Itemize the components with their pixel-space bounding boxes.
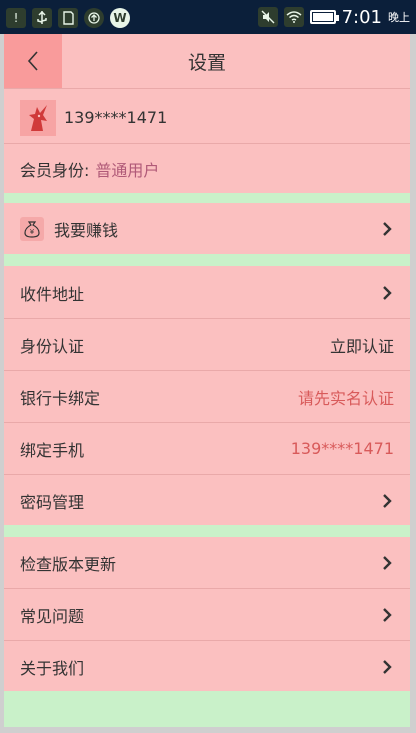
member-row: 会员身份: 普通用户	[4, 143, 410, 194]
faq-row[interactable]: 常见问题	[4, 589, 410, 640]
header-divider	[4, 88, 410, 89]
chevron-right-icon	[380, 658, 394, 676]
device-frame: ! W 7:01 晚上 设置 139****1471 会员身份: 普通用户 ¥ …	[0, 0, 416, 733]
member-value: 普通用户	[95, 160, 160, 180]
bind-phone-label: 绑定手机	[20, 440, 85, 460]
app-header: 设置	[4, 34, 410, 88]
wifi-icon	[283, 7, 304, 27]
chevron-right-icon	[380, 284, 394, 302]
about-us-label: 关于我们	[20, 658, 85, 678]
mute-icon	[257, 7, 278, 27]
section-gap-1	[4, 193, 410, 203]
chevron-right-icon	[380, 554, 394, 572]
status-period: 晚上	[388, 11, 410, 24]
usb-icon	[32, 8, 52, 28]
section-gap-3	[4, 525, 410, 537]
identity-verification-label: 身份认证	[20, 336, 85, 356]
notification-icon: !	[6, 8, 26, 28]
page-title: 设置	[187, 52, 226, 74]
bind-phone-row[interactable]: 绑定手机 139****1471	[4, 423, 410, 474]
status-bar-left: ! W	[6, 8, 130, 28]
about-us-row[interactable]: 关于我们	[4, 641, 410, 692]
chevron-right-icon	[380, 220, 394, 238]
status-bar-right: 7:01 晚上	[257, 6, 410, 28]
profile-row[interactable]: 139****1471	[4, 92, 410, 143]
money-bag-icon: ¥	[20, 216, 44, 241]
earn-money-label: 我要赚钱	[54, 220, 119, 240]
check-update-row[interactable]: 检查版本更新	[4, 537, 410, 588]
unicorn-avatar-icon	[20, 99, 56, 136]
shipping-address-row[interactable]: 收件地址	[4, 267, 410, 318]
profile-phone: 139****1471	[64, 108, 168, 127]
earn-money-row[interactable]: ¥ 我要赚钱	[4, 203, 410, 254]
wechat-icon: W	[110, 8, 130, 28]
password-management-label: 密码管理	[20, 492, 85, 512]
bottom-filler	[4, 691, 410, 727]
identity-verification-row[interactable]: 身份认证 立即认证	[4, 319, 410, 370]
identity-verification-value: 立即认证	[329, 336, 394, 356]
battery-fill	[312, 13, 333, 21]
chevron-right-icon	[380, 492, 394, 510]
upload-icon	[84, 8, 104, 28]
bind-phone-value: 139****1471	[290, 439, 394, 458]
member-label: 会员身份:	[20, 160, 90, 180]
battery-icon	[309, 10, 339, 24]
status-time: 7:01	[341, 6, 382, 28]
sd-card-icon	[58, 8, 78, 28]
section-gap-2	[4, 254, 410, 266]
bank-card-value: 请先实名认证	[297, 388, 394, 408]
shipping-address-label: 收件地址	[20, 284, 85, 304]
svg-text:¥: ¥	[30, 228, 35, 236]
status-bar: ! W 7:01 晚上	[0, 0, 416, 34]
bank-card-label: 银行卡绑定	[20, 388, 101, 408]
password-management-row[interactable]: 密码管理	[4, 475, 410, 526]
settings-screen: 设置 139****1471 会员身份: 普通用户 ¥ 我要赚钱 收件地址 身份…	[4, 34, 410, 727]
faq-label: 常见问题	[20, 606, 85, 626]
bank-card-row[interactable]: 银行卡绑定 请先实名认证	[4, 371, 410, 422]
chevron-right-icon	[380, 606, 394, 624]
check-update-label: 检查版本更新	[20, 554, 117, 574]
